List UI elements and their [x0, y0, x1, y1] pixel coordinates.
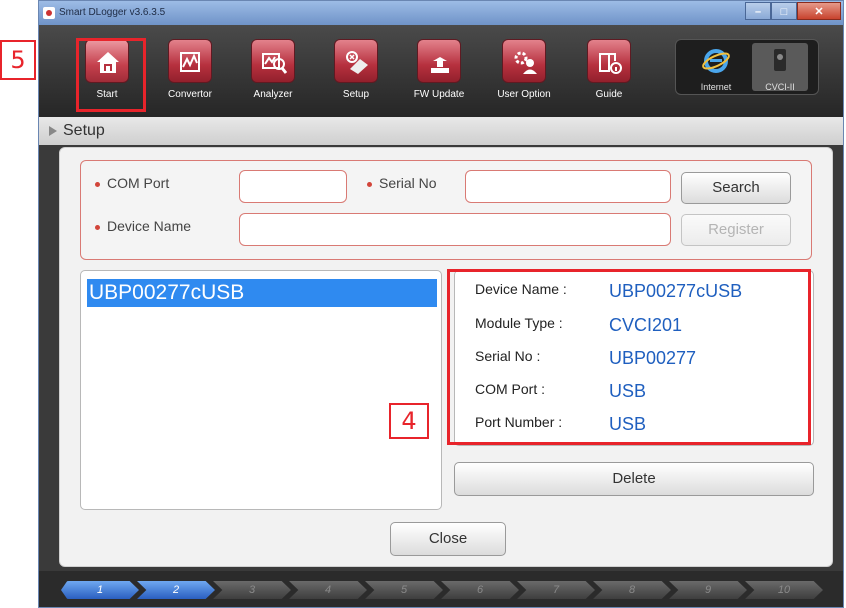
toolbar-user-option-button[interactable]: User Option [494, 39, 554, 111]
step-indicator: 2 [137, 581, 215, 599]
toolbar-fw-update-button[interactable]: FW Update [409, 39, 469, 111]
annotation-marker-5: 5 [0, 40, 36, 80]
device-name-label: Device Name [107, 218, 192, 234]
device-name-input[interactable] [239, 213, 671, 246]
step-indicator: 6 [441, 581, 519, 599]
toolbar-label: Analyzer [253, 89, 293, 100]
chevron-right-icon [49, 126, 57, 136]
step-indicator: 5 [365, 581, 443, 599]
toolbar-convertor-button[interactable]: Convertor [160, 39, 220, 111]
required-dot-icon [95, 182, 100, 187]
toolbar-guide-button[interactable]: Guide [579, 39, 639, 111]
annotation-marker-4: 4 [389, 403, 429, 439]
toolbar-setup-button[interactable]: Setup [326, 39, 386, 111]
toolbar-label: CVCI-II [765, 82, 795, 92]
app-window: Smart DLogger v3.6.3.5 – □ ✕ Start Conve… [38, 0, 844, 608]
device-search-form: COM Port Serial No Search Device Name Re… [80, 160, 812, 260]
register-button[interactable]: Register [681, 214, 791, 246]
cvci-button[interactable]: CVCI-II [752, 43, 808, 92]
device-list[interactable]: UBP00277cUSB [80, 270, 442, 510]
serial-no-label: Serial No [379, 175, 437, 191]
step-indicator: 9 [669, 581, 747, 599]
analyzer-icon [251, 39, 295, 83]
toolbar-label: FW Update [413, 89, 465, 100]
com-port-input[interactable] [239, 170, 347, 203]
window-controls: – □ ✕ [745, 2, 841, 20]
cvci-device-icon [774, 49, 786, 71]
step-indicator: 10 [745, 581, 823, 599]
page-title: Setup [63, 122, 105, 139]
toolbar-label: User Option [497, 89, 551, 100]
required-dot-icon [367, 182, 372, 187]
step-indicator: 4 [289, 581, 367, 599]
step-indicator: 3 [213, 581, 291, 599]
app-icon [43, 7, 55, 19]
required-dot-icon [95, 225, 100, 230]
close-button[interactable]: Close [390, 522, 506, 556]
delete-button[interactable]: Delete [454, 462, 814, 496]
callout-start-highlight [76, 38, 146, 112]
maximize-button[interactable]: □ [771, 2, 797, 20]
toolbar-label: Internet [700, 82, 732, 92]
step-indicator: 1 [61, 581, 139, 599]
serial-no-input[interactable] [465, 170, 671, 203]
external-links-group: Internet CVCI-II [675, 39, 819, 95]
callout-details-highlight [447, 269, 811, 445]
close-window-button[interactable]: ✕ [797, 2, 841, 20]
setup-icon [334, 39, 378, 83]
internet-button[interactable]: Internet [688, 47, 744, 92]
fw-update-icon [417, 39, 461, 83]
toolbar-label: Setup [342, 89, 370, 100]
title-bar[interactable]: Smart DLogger v3.6.3.5 – □ ✕ [39, 1, 843, 25]
step-progress-bar: 1 2 3 4 5 6 7 8 9 10 [39, 571, 843, 607]
user-option-icon [502, 39, 546, 83]
convertor-icon [168, 39, 212, 83]
toolbar-label: Convertor [168, 89, 212, 100]
toolbar-analyzer-button[interactable]: Analyzer [243, 39, 303, 111]
toolbar-label: Guide [595, 89, 623, 100]
guide-icon [587, 39, 631, 83]
search-button[interactable]: Search [681, 172, 791, 204]
internet-explorer-icon [702, 49, 730, 73]
com-port-label: COM Port [107, 175, 170, 191]
section-header: Setup [39, 117, 843, 145]
window-title: Smart DLogger v3.6.3.5 [59, 7, 166, 18]
step-indicator: 7 [517, 581, 595, 599]
list-item[interactable]: UBP00277cUSB [87, 279, 437, 307]
step-indicator: 8 [593, 581, 671, 599]
minimize-button[interactable]: – [745, 2, 771, 20]
main-toolbar: Start Convertor Analyzer Setup FW Update [39, 25, 843, 117]
